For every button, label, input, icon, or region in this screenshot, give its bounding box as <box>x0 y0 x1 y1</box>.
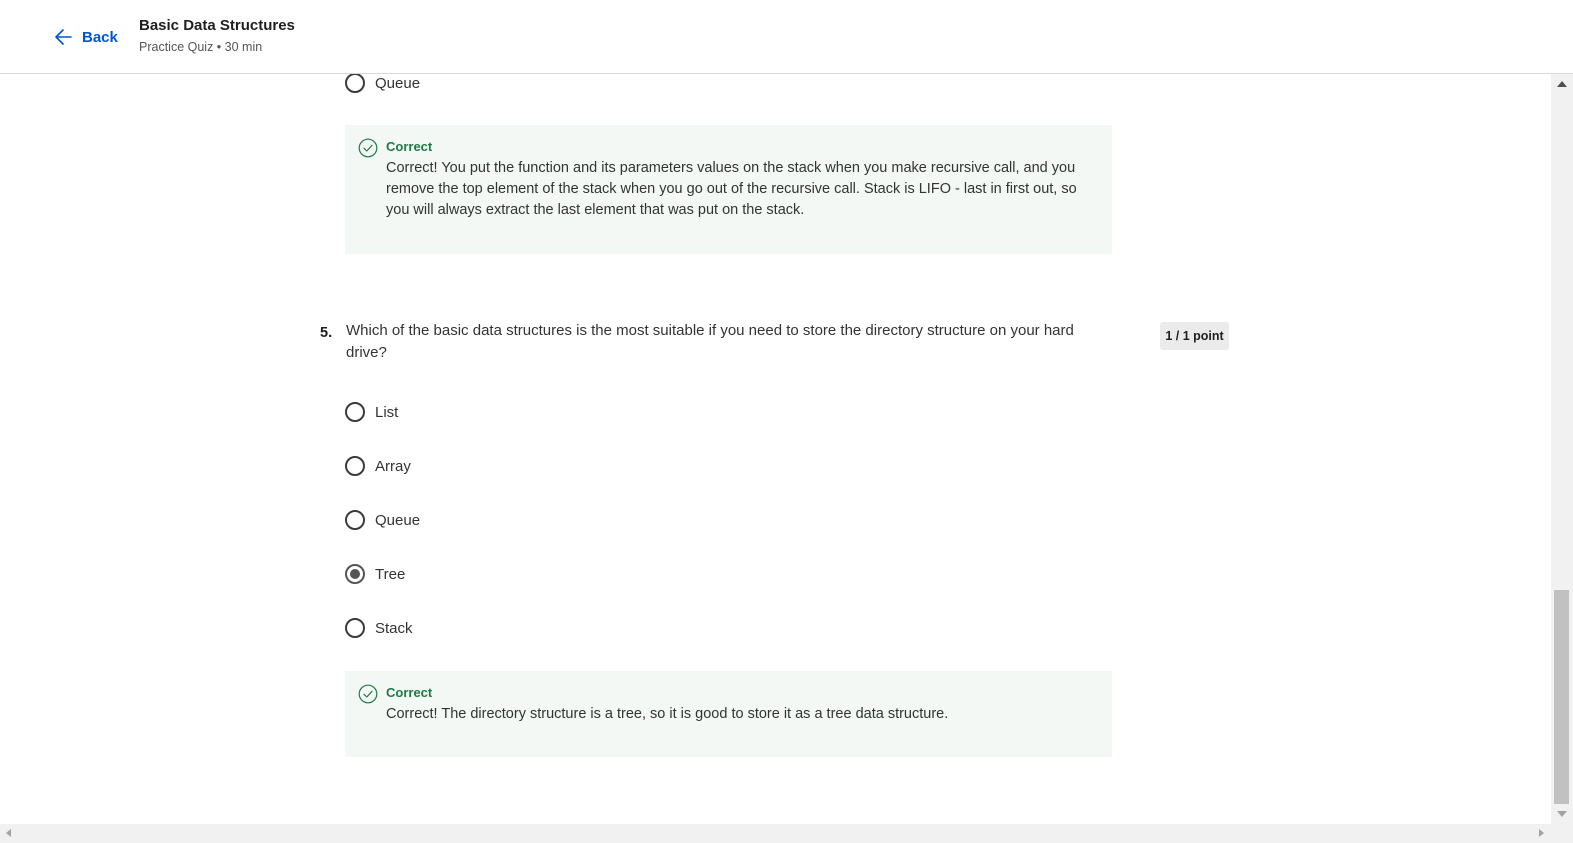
radio-button[interactable] <box>345 402 365 422</box>
feedback-status: Correct <box>386 685 433 700</box>
back-button[interactable]: Back <box>54 25 118 49</box>
option-label: Array <box>375 457 411 475</box>
scroll-left-arrow-icon[interactable] <box>6 829 11 837</box>
radio-button-selected[interactable] <box>345 564 365 584</box>
option-label: Queue <box>375 74 421 92</box>
scroll-right-arrow-icon[interactable] <box>1539 829 1544 837</box>
quiz-content: Queue Correct Correct! You put the funct… <box>0 74 1551 824</box>
option-label: Stack <box>375 619 413 637</box>
q5-option-stack[interactable]: Stack <box>345 616 413 640</box>
radio-button[interactable] <box>345 510 365 530</box>
radio-button[interactable] <box>345 74 365 93</box>
option-label: Queue <box>375 511 421 529</box>
question-text: Which of the basic data structures is th… <box>346 322 1074 361</box>
option-label: List <box>375 403 399 421</box>
q5-option-tree[interactable]: Tree <box>345 562 405 586</box>
check-circle-icon <box>358 684 378 704</box>
feedback-text: Correct! You put the function and its pa… <box>386 160 1077 218</box>
question-number: 5. <box>320 325 333 341</box>
q4-option-queue[interactable]: Queue <box>345 74 420 95</box>
feedback-status: Correct <box>386 139 433 154</box>
q4-feedback-box: Correct Correct! You put the function an… <box>345 125 1112 254</box>
feedback-text: Correct! The directory structure is a tr… <box>386 706 949 722</box>
scroll-down-arrow-icon[interactable] <box>1557 811 1567 817</box>
option-label: Tree <box>375 565 406 583</box>
scroll-up-arrow-icon[interactable] <box>1557 81 1567 87</box>
check-circle-icon <box>358 138 378 158</box>
q5-option-list[interactable]: List <box>345 400 398 424</box>
scrollbar-thumb[interactable] <box>1554 590 1569 804</box>
back-label: Back <box>82 28 118 46</box>
q5-feedback-box: Correct Correct! The directory structure… <box>345 671 1112 757</box>
radio-button[interactable] <box>345 456 365 476</box>
quiz-header: Back Basic Data Structures Practice Quiz… <box>0 0 1573 74</box>
quiz-title: Basic Data Structures <box>139 17 295 34</box>
arrow-left-icon <box>55 29 72 45</box>
quiz-subtitle: Practice Quiz • 30 min <box>139 40 263 54</box>
horizontal-scrollbar[interactable] <box>0 824 1573 843</box>
q5-option-queue[interactable]: Queue <box>345 508 420 532</box>
points-badge: 1 / 1 point <box>1160 322 1229 350</box>
q5-option-array[interactable]: Array <box>345 454 411 478</box>
radio-button[interactable] <box>345 618 365 638</box>
vertical-scrollbar[interactable] <box>1551 74 1573 824</box>
